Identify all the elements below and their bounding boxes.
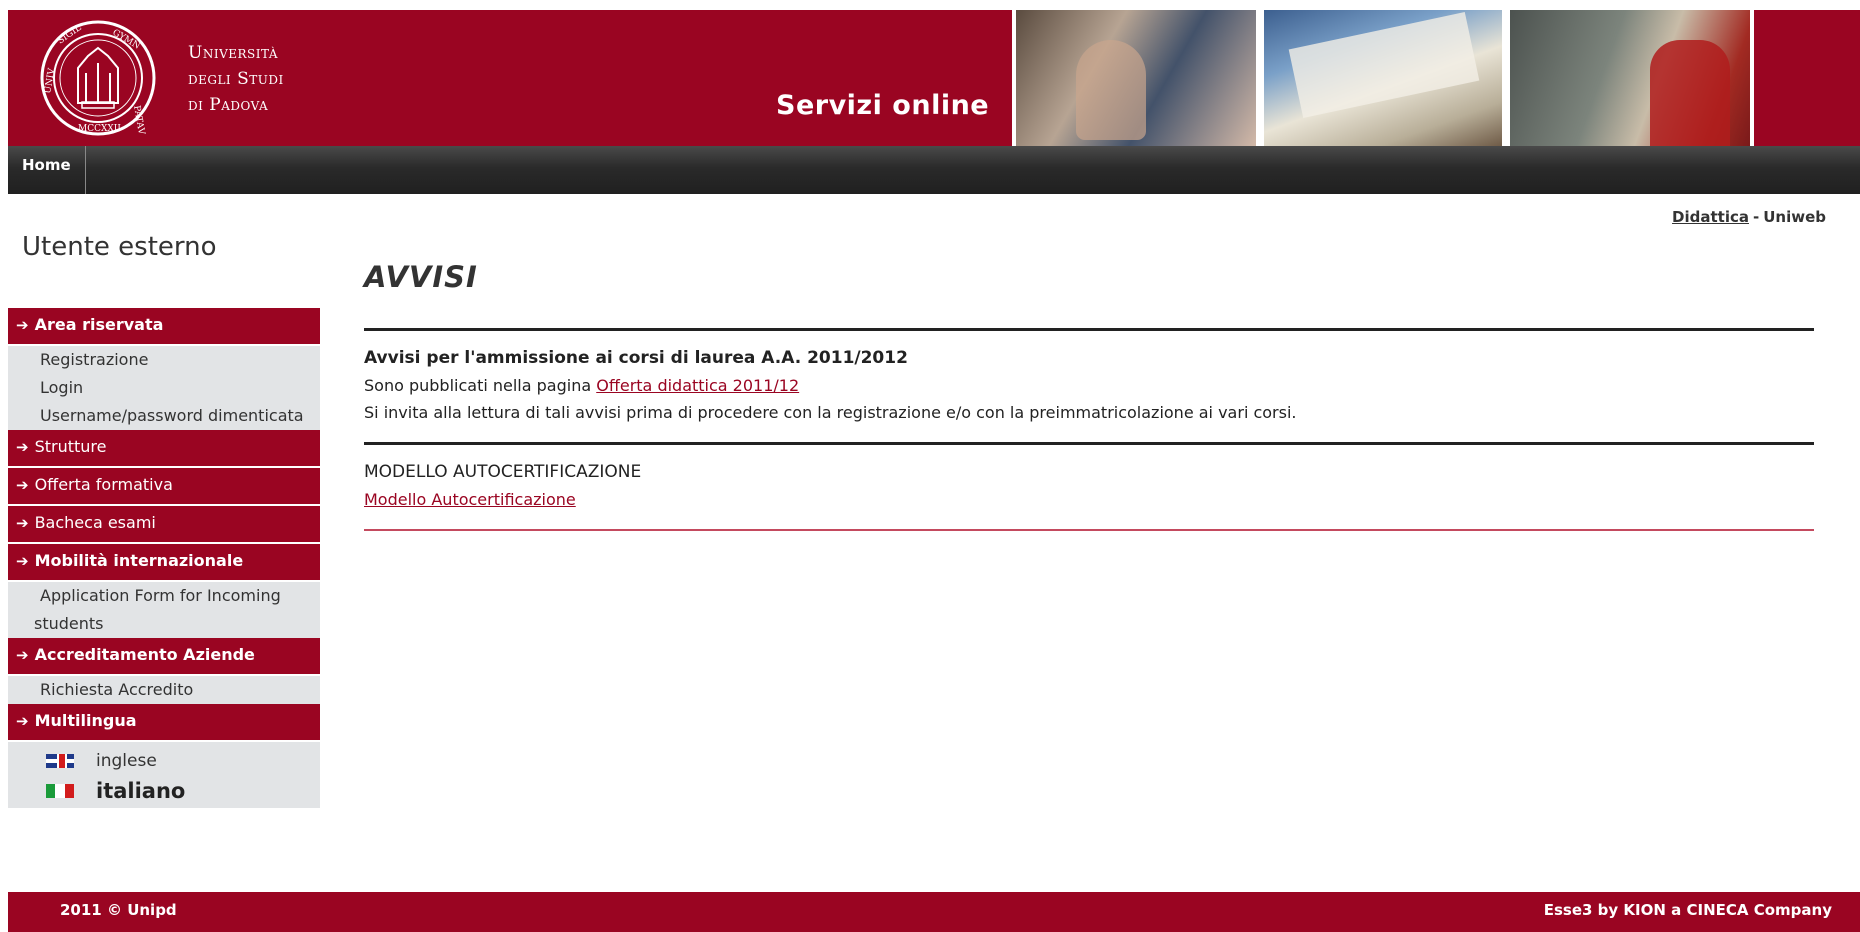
page-title: AVVISI	[364, 260, 478, 294]
notice-autocertificazione: MODELLO AUTOCERTIFICAZIONE Modello Autoc…	[364, 445, 1814, 529]
language-inglese[interactable]: inglese	[8, 746, 320, 776]
menu-mobilita-label: Mobilità internazionale	[34, 551, 244, 570]
svg-text:SIGIL: SIGIL	[56, 23, 83, 46]
service-title: Servizi online	[776, 90, 990, 121]
menu-offerta-formativa[interactable]: ➔ Offerta formativa	[8, 468, 320, 506]
italy-flag-icon	[46, 784, 74, 798]
arrow-right-icon: ➔	[16, 476, 29, 494]
user-type-title: Utente esterno	[22, 232, 217, 262]
language-inglese-label: inglese	[96, 751, 157, 771]
svg-text:MCCXXII: MCCXXII	[78, 124, 121, 134]
top-navbar: Home	[8, 146, 1860, 194]
menu-multilingua[interactable]: ➔ Multilingua	[8, 704, 320, 742]
menu-item-login[interactable]: Login	[8, 374, 320, 402]
nav-home-link[interactable]: Home	[8, 146, 86, 194]
submenu-accreditamento: Richiesta Accredito	[8, 676, 320, 704]
notices-list: Avvisi per l'ammissione ai corsi di laur…	[364, 328, 1814, 531]
menu-item-application-form[interactable]: Application Form for Incoming students	[8, 582, 320, 638]
modello-autocertificazione-link[interactable]: Modello Autocertificazione	[364, 490, 576, 509]
page-frame: SIGIL GYMN UNIV PATAV MCCXXII Università…	[8, 10, 1860, 932]
language-italiano-label: italiano	[96, 779, 186, 803]
arrow-right-icon: ➔	[16, 514, 29, 532]
menu-accreditamento-aziende[interactable]: ➔ Accreditamento Aziende	[8, 638, 320, 676]
menu-item-registrazione[interactable]: Registrazione	[8, 346, 320, 374]
footer-copyright: 2011 © Unipd	[60, 901, 177, 919]
submenu-area-riservata: Registrazione Login Username/password di…	[8, 346, 320, 430]
site-footer: 2011 © Unipd Esse3 by KION a CINECA Comp…	[8, 892, 1860, 932]
breadcrumb-didattica-link[interactable]: Didattica	[1672, 208, 1749, 226]
arrow-right-icon: ➔	[16, 552, 29, 570]
notice-text: Si invita alla lettura di tali avvisi pr…	[364, 403, 1297, 422]
menu-area-riservata[interactable]: ➔ Area riservata	[8, 308, 320, 346]
menu-offerta-formativa-label: Offerta formativa	[34, 475, 173, 494]
menu-multilingua-label: Multilingua	[34, 711, 137, 730]
notice-text: Sono pubblicati nella pagina	[364, 376, 592, 395]
arrow-right-icon: ➔	[16, 438, 29, 456]
site-header: SIGIL GYMN UNIV PATAV MCCXXII Università…	[8, 10, 1860, 146]
breadcrumb-separator: -	[1752, 208, 1760, 226]
uk-flag-icon	[46, 754, 74, 768]
university-name-line-2: degli Studi	[188, 69, 284, 89]
menu-bacheca-esami[interactable]: ➔ Bacheca esami	[8, 506, 320, 544]
header-photo-blackboard	[1506, 10, 1754, 146]
breadcrumb-current: Uniweb	[1763, 208, 1826, 226]
breadcrumb: Didattica - Uniweb	[1672, 208, 1826, 226]
arrow-right-icon: ➔	[16, 646, 29, 664]
offerta-didattica-link[interactable]: Offerta didattica 2011/12	[596, 376, 799, 395]
menu-strutture[interactable]: ➔ Strutture	[8, 430, 320, 468]
svg-text:GYMN: GYMN	[111, 28, 142, 52]
arrow-right-icon: ➔	[16, 316, 29, 334]
menu-item-richiesta-accredito[interactable]: Richiesta Accredito	[8, 676, 320, 704]
arrow-right-icon: ➔	[16, 712, 29, 730]
language-italiano[interactable]: italiano	[8, 776, 320, 806]
notice-title: MODELLO AUTOCERTIFICAZIONE	[364, 462, 642, 482]
header-photo-papers	[1260, 10, 1506, 146]
menu-item-password-dimenticata[interactable]: Username/password dimenticata	[8, 402, 320, 430]
university-seal-logo: SIGIL GYMN UNIV PATAV MCCXXII	[40, 20, 156, 136]
submenu-multilingua: inglese italiano	[8, 742, 320, 808]
notice-line: Sono pubblicati nella pagina Offerta did…	[364, 372, 1814, 399]
menu-area-riservata-label: Area riservata	[34, 315, 164, 334]
university-name-line-1: Università	[188, 43, 279, 63]
university-name: Università degli Studi di Padova	[188, 40, 284, 118]
university-name-line-3: di Padova	[188, 95, 269, 115]
notice-ammissione: Avvisi per l'ammissione ai corsi di laur…	[364, 331, 1814, 442]
menu-bacheca-esami-label: Bacheca esami	[34, 513, 156, 532]
notice-title: Avvisi per l'ammissione ai corsi di laur…	[364, 348, 908, 368]
menu-strutture-label: Strutture	[34, 437, 107, 456]
menu-accreditamento-label: Accreditamento Aziende	[34, 645, 255, 664]
footer-credits: Esse3 by KION a CINECA Company	[1543, 901, 1832, 919]
submenu-mobilita: Application Form for Incoming students	[8, 582, 320, 638]
divider	[364, 529, 1814, 531]
sidebar-menu: ➔ Area riservata Registrazione Login User…	[8, 308, 320, 808]
header-photo-students	[1012, 10, 1260, 146]
menu-mobilita-internazionale[interactable]: ➔ Mobilità internazionale	[8, 544, 320, 582]
